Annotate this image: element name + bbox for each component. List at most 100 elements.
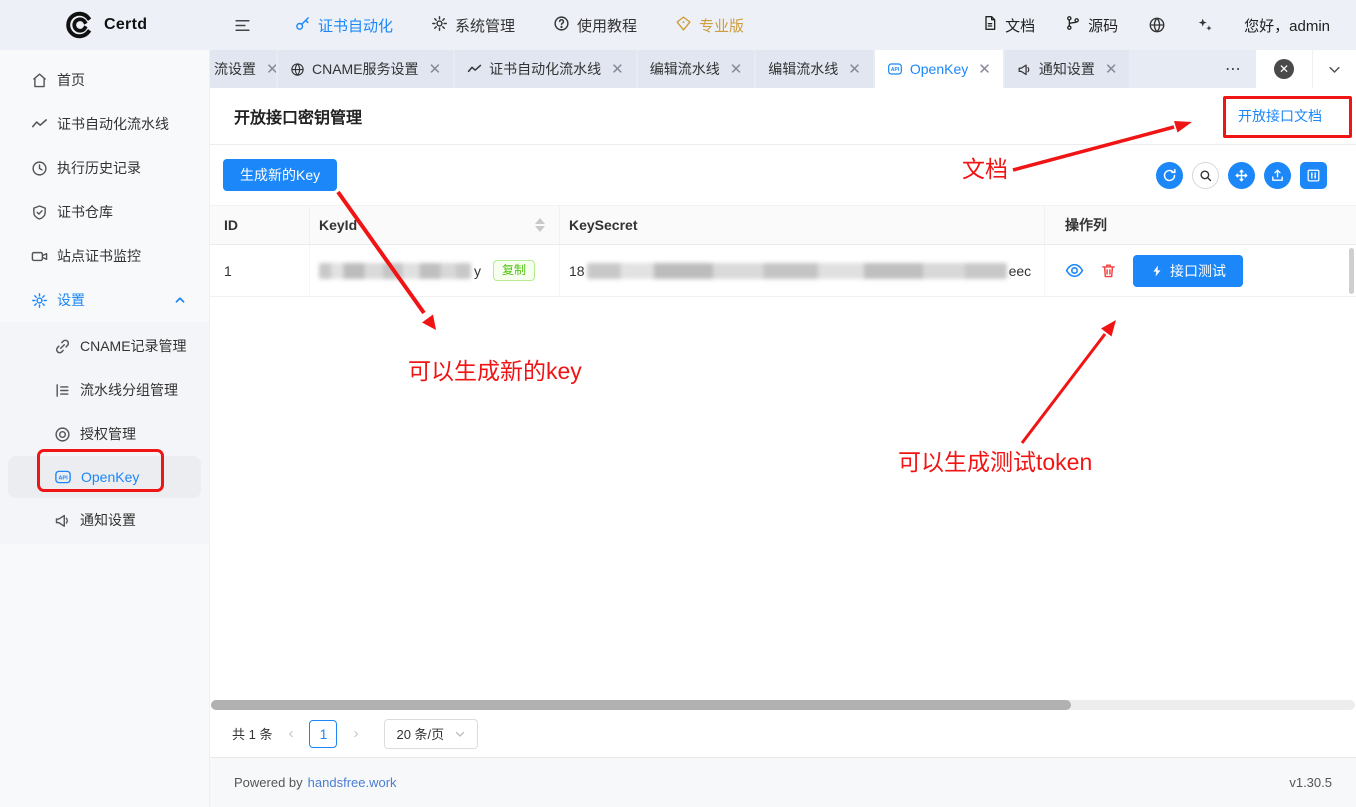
sidebar-subitem-cname[interactable]: CNAME记录管理 [0, 324, 209, 368]
sidebar-item-history[interactable]: 执行历史记录 [0, 146, 209, 190]
sidebar-item-label: 证书自动化流水线 [57, 114, 169, 134]
compact-mode-icon[interactable] [1228, 162, 1255, 189]
nav-cert-automation[interactable]: 证书自动化 [294, 15, 393, 36]
delete-icon[interactable] [1100, 262, 1117, 279]
close-icon[interactable]: ✕ [266, 62, 276, 77]
search-icon[interactable] [1192, 162, 1219, 189]
version-text: v1.30.5 [1289, 775, 1332, 790]
tab-cname-service[interactable]: CNAME服务设置 ✕ [278, 50, 453, 88]
sparkles-icon[interactable] [1196, 16, 1214, 34]
copy-tag-button[interactable]: 复制 [493, 260, 535, 280]
tab-edit-pipeline-1[interactable]: 编辑流水线 ✕ [638, 50, 755, 88]
megaphone-icon [1017, 62, 1032, 77]
sidebar-submenu: CNAME记录管理 流水线分组管理 授权管理 API [0, 322, 209, 544]
sidebar-item-label: CNAME记录管理 [80, 336, 187, 356]
column-header-keysecret[interactable]: KeySecret [560, 206, 1045, 244]
home-icon [31, 72, 48, 89]
sidebar-item-cert-repo[interactable]: 证书仓库 [0, 190, 209, 234]
close-icon[interactable]: ✕ [429, 62, 442, 77]
source-link-label: 源码 [1088, 15, 1118, 36]
sidebar-item-label: 通知设置 [80, 510, 136, 530]
keysecret-suffix: eec [1009, 263, 1032, 279]
pipeline-icon [467, 62, 482, 77]
tab-label: 证书自动化流水线 [489, 59, 601, 79]
tab-label: CNAME服务设置 [312, 59, 419, 79]
tab-bar: 流设置 ✕ CNAME服务设置 ✕ 证书自动化流水线 ✕ 编辑流水线 ✕ 编辑流… [210, 50, 1356, 88]
close-icon[interactable]: ✕ [730, 62, 743, 77]
sidebar-subitem-auth-manage[interactable]: 授权管理 [0, 412, 209, 456]
circle-close-icon: ✕ [1274, 59, 1294, 79]
tab-openkey[interactable]: API OpenKey ✕ [875, 50, 1003, 88]
page-size-value: 20 条/页 [396, 724, 444, 743]
scrollbar-thumb[interactable] [211, 700, 1071, 710]
tab-pipelines[interactable]: 证书自动化流水线 ✕ [455, 50, 636, 88]
sidebar-subitem-notify-settings[interactable]: 通知设置 [0, 498, 209, 542]
docs-link[interactable]: 文档 [982, 15, 1035, 36]
globe-icon [290, 62, 305, 77]
toolbar: 生成新的Key [210, 145, 1356, 205]
close-icon[interactable]: ✕ [1105, 62, 1118, 77]
page-size-select[interactable]: 20 条/页 [384, 719, 478, 749]
horizontal-scrollbar[interactable] [211, 700, 1355, 710]
sidebar-item-label: 设置 [57, 290, 85, 310]
question-icon [553, 15, 570, 36]
tab-notify-settings[interactable]: 通知设置 ✕ [1005, 50, 1130, 88]
prev-page-icon[interactable]: ‹ [284, 725, 297, 742]
total-count: 共 1 条 [232, 724, 272, 743]
column-settings-icon[interactable] [1300, 162, 1327, 189]
tab-label: 流设置 [214, 59, 256, 79]
sidebar-subitem-pipeline-groups[interactable]: 流水线分组管理 [0, 368, 209, 412]
page-number-button[interactable]: 1 [309, 720, 337, 748]
close-icon[interactable]: ✕ [848, 62, 861, 77]
user-greeting[interactable]: 您好，admin [1244, 15, 1330, 36]
next-page-icon[interactable]: › [349, 725, 362, 742]
open-api-doc-link[interactable]: 开放接口文档 [1238, 106, 1322, 126]
view-icon[interactable] [1065, 261, 1084, 280]
table-row: 1 y 复制 18 eec [210, 245, 1356, 297]
toolbar-icons [1156, 162, 1327, 189]
close-icon[interactable]: ✕ [611, 62, 624, 77]
tab-label: OpenKey [910, 61, 968, 77]
cell-keyid: y 复制 [310, 245, 560, 296]
refresh-icon[interactable] [1156, 162, 1183, 189]
tab-label: 编辑流水线 [650, 59, 720, 79]
pro-badge-icon [675, 15, 692, 36]
sidebar: 首页 证书自动化流水线 执行历史记录 证书仓库 [0, 50, 210, 807]
source-code-link[interactable]: 源码 [1065, 15, 1118, 36]
docs-link-label: 文档 [1005, 15, 1035, 36]
more-tabs-icon[interactable]: ⋯ [1212, 59, 1256, 79]
nav-system-manage[interactable]: 系统管理 [431, 15, 515, 36]
column-header-keyid[interactable]: KeyId [310, 206, 560, 244]
powered-by-text: Powered by [234, 775, 303, 790]
app-window: Certd 证书自动化 系统管理 使用教程 [0, 0, 1356, 807]
menu-fold-icon[interactable] [233, 16, 252, 35]
tab-settings-partial[interactable]: 流设置 ✕ [210, 50, 276, 88]
vertical-scrollbar[interactable] [1349, 248, 1354, 294]
sidebar-item-label: 站点证书监控 [57, 246, 141, 266]
api-icon: API [54, 468, 72, 486]
sidebar-item-home[interactable]: 首页 [0, 58, 209, 102]
tab-edit-pipeline-2[interactable]: 编辑流水线 ✕ [756, 50, 873, 88]
sort-icon[interactable] [535, 218, 545, 232]
sidebar-item-label: 证书仓库 [57, 202, 113, 222]
sidebar-subitem-openkey[interactable]: API OpenKey [8, 456, 201, 498]
tab-list-dropdown[interactable] [1312, 50, 1356, 88]
generate-key-button[interactable]: 生成新的Key [223, 159, 337, 191]
export-icon[interactable] [1264, 162, 1291, 189]
language-globe-icon[interactable] [1148, 16, 1166, 34]
logo[interactable]: Certd [0, 10, 210, 40]
api-test-button[interactable]: 接口测试 [1133, 255, 1243, 287]
close-all-tabs-button[interactable]: ✕ [1256, 50, 1312, 88]
chevron-up-icon[interactable] [173, 293, 187, 307]
nav-pro-edition[interactable]: 专业版 [675, 15, 744, 36]
sidebar-item-label: 首页 [57, 70, 85, 90]
sidebar-item-site-monitor[interactable]: 站点证书监控 [0, 234, 209, 278]
sidebar-item-settings[interactable]: 设置 [0, 278, 209, 322]
column-header-id[interactable]: ID [210, 206, 310, 244]
history-icon [31, 160, 48, 177]
nav-tutorial[interactable]: 使用教程 [553, 15, 637, 36]
handsfree-link[interactable]: handsfree.work [308, 775, 397, 790]
shield-check-icon [31, 204, 48, 221]
sidebar-item-pipelines[interactable]: 证书自动化流水线 [0, 102, 209, 146]
close-icon[interactable]: ✕ [978, 62, 991, 77]
